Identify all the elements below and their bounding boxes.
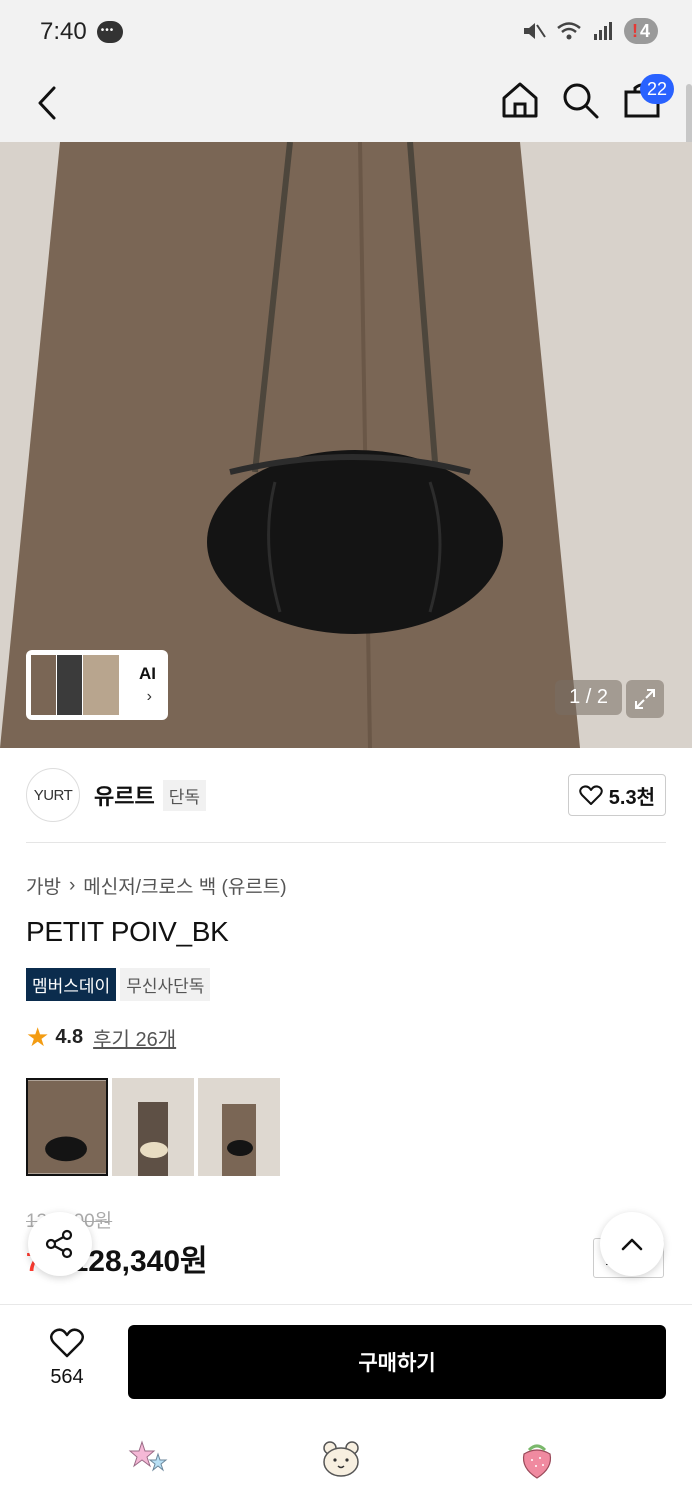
scroll-to-top-button[interactable] xyxy=(600,1212,664,1276)
heart-icon xyxy=(50,1328,84,1358)
battery-warning-icon: ! xyxy=(631,20,638,41)
stars-icon[interactable] xyxy=(128,1438,170,1480)
expand-button[interactable] xyxy=(626,680,664,718)
color-option-thumbnails xyxy=(26,1078,280,1176)
battery-indicator: ! 4 xyxy=(623,18,658,44)
status-icons: ! 4 xyxy=(522,18,658,44)
top-navigation: 22 xyxy=(0,64,692,142)
product-hero-image[interactable]: AI › 1 / 2 xyxy=(0,142,692,748)
signal-icon xyxy=(593,22,612,40)
ai-similar-items-button[interactable]: AI › xyxy=(26,650,168,720)
chevron-right-icon: › xyxy=(68,874,76,896)
breadcrumb-category[interactable]: 가방 xyxy=(26,872,61,899)
membersday-tag: 멤버스데이 xyxy=(26,968,117,1001)
brand-like-button[interactable]: 5.3천 xyxy=(567,774,666,816)
rating-score: 4.8 xyxy=(55,1026,84,1048)
option-thumb-black[interactable] xyxy=(26,1078,108,1176)
expand-icon xyxy=(635,689,655,709)
star-icon: ★ xyxy=(26,1022,50,1052)
purchase-bar: 564 구매하기 xyxy=(0,1304,692,1420)
heart-icon xyxy=(579,785,603,805)
chevron-right-icon: › xyxy=(146,688,152,705)
brand-logo[interactable]: YURT xyxy=(26,768,80,822)
share-button[interactable] xyxy=(28,1212,92,1276)
chevron-up-icon xyxy=(621,1238,643,1251)
ai-label: AI xyxy=(139,664,156,683)
home-icon[interactable] xyxy=(498,78,542,122)
battery-level: 4 xyxy=(639,20,650,41)
strawberry-icon[interactable] xyxy=(516,1438,558,1480)
option-thumb-cream[interactable] xyxy=(112,1078,194,1176)
bear-icon[interactable] xyxy=(320,1438,362,1480)
rating: ★ 4.8 후기 26개 xyxy=(26,1022,176,1053)
brand-exclusive-tag: 단독 xyxy=(162,779,207,811)
brand-like-count: 5.3천 xyxy=(608,786,655,809)
bottom-navigation xyxy=(0,1420,692,1500)
breadcrumb[interactable]: 가방 › 메신저/크로스 백 (유르트) xyxy=(26,872,287,899)
wishlist-count: 564 xyxy=(50,1366,84,1388)
status-bar: 7:40 ! 4 xyxy=(0,0,692,64)
option-thumb-model[interactable] xyxy=(198,1078,280,1176)
status-time: 7:40 xyxy=(40,18,87,45)
divider xyxy=(26,842,666,843)
brand-row[interactable]: YURT 유르트 단독 5.3천 xyxy=(26,768,666,822)
image-counter: 1 / 2 xyxy=(555,680,622,715)
mute-icon xyxy=(523,23,546,39)
product-title: PETIT POIV_BK xyxy=(26,916,229,947)
wifi-icon xyxy=(557,22,581,40)
cart-count-badge: 22 xyxy=(640,74,674,104)
product-tags: 멤버스데이 무신사단독 xyxy=(26,968,211,1001)
wishlist-button[interactable]: 564 xyxy=(36,1327,98,1389)
breadcrumb-subcategory[interactable]: 메신저/크로스 백 (유르트) xyxy=(83,872,286,899)
chat-notification-icon xyxy=(96,21,123,43)
search-icon[interactable] xyxy=(558,78,602,122)
buy-button[interactable]: 구매하기 xyxy=(128,1325,666,1399)
share-icon xyxy=(45,1229,73,1259)
ai-thumb-3 xyxy=(82,654,120,716)
exclusive-tag: 무신사단독 xyxy=(120,968,211,1001)
brand-name[interactable]: 유르트 xyxy=(94,779,155,811)
back-icon[interactable] xyxy=(28,78,68,128)
reviews-link[interactable]: 후기 26개 xyxy=(93,1023,176,1052)
